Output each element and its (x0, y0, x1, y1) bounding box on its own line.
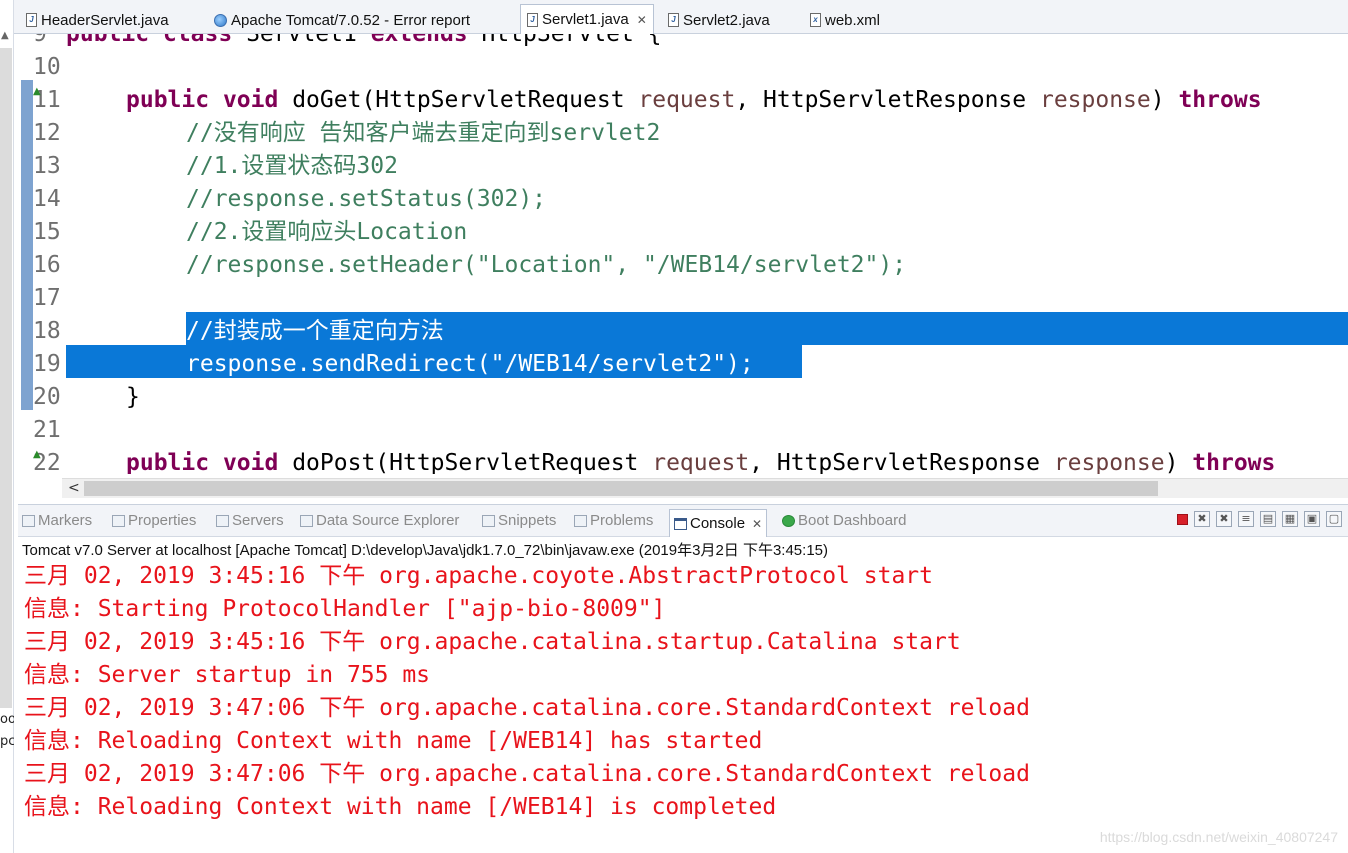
code-editor[interactable]: 9 10 11 12 13 14 15 16 17 18 19 20 21 22… (18, 34, 1348, 498)
console-process-label: Tomcat v7.0 Server at localhost [Apache … (22, 542, 828, 559)
collapse-arrow-icon[interactable]: ▲ (1, 30, 9, 41)
fold-collapse-icon[interactable]: ▲ (33, 86, 41, 97)
open-console-icon[interactable]: ▢ (1326, 511, 1342, 527)
xml-file-icon: x (810, 13, 821, 27)
tab-servlet1-java[interactable]: J Servlet1.java ✕ (520, 4, 654, 34)
watermark: https://blog.csdn.net/weixin_40807247 (1099, 829, 1338, 845)
left-panel-text: oo (0, 712, 14, 727)
boot-dashboard-icon (782, 514, 795, 527)
console-line: 信息: Server startup in 755 ms (24, 662, 431, 688)
left-side-panel: ▲ oo pc (0, 0, 14, 853)
tab-servlet2-java[interactable]: J Servlet2.java (662, 6, 776, 34)
left-panel-text: pc (0, 734, 14, 749)
scrollbar-thumb[interactable] (84, 481, 1158, 496)
markers-icon (22, 514, 35, 527)
tab-boot-dashboard[interactable]: Boot Dashboard (782, 512, 906, 529)
tab-label: Apache Tomcat/7.0.52 - Error report (231, 11, 471, 29)
console-line: 三月 02, 2019 3:47:06 下午 org.apache.catali… (24, 761, 1030, 787)
code-comment-line: //2.设置响应头Location (186, 219, 468, 245)
tab-headerservlet-java[interactable]: J HeaderServlet.java (20, 6, 175, 34)
code-comment-line: //没有响应 告知客户端去重定向到servlet2 (186, 120, 661, 146)
console-line: 三月 02, 2019 3:45:16 下午 org.apache.coyote… (24, 563, 933, 589)
code-area[interactable]: public class Servlet1 extends HttpServle… (66, 34, 1348, 474)
remove-all-icon[interactable]: ✖ (1216, 511, 1232, 527)
servers-icon (216, 514, 229, 527)
tab-properties[interactable]: Properties (112, 512, 196, 529)
snippets-icon (482, 514, 495, 527)
data-source-icon (300, 514, 313, 527)
fold-collapse-icon[interactable]: ▲ (33, 449, 41, 460)
terminate-icon[interactable] (1177, 513, 1188, 525)
tab-console[interactable]: Console ✕ (669, 509, 768, 537)
code-comment-line: //封装成一个重定向方法 (186, 318, 444, 344)
horizontal-scrollbar[interactable]: < (62, 478, 1348, 498)
tab-markers[interactable]: Markers (22, 512, 92, 529)
console-line: 信息: Reloading Context with name [/WEB14]… (24, 794, 777, 820)
tab-data-source-explorer[interactable]: Data Source Explorer (300, 512, 459, 529)
tab-tomcat-error-report[interactable]: Apache Tomcat/7.0.52 - Error report (208, 6, 476, 34)
tab-servers[interactable]: Servers (216, 512, 284, 529)
code-line: response.sendRedirect("/WEB14/servlet2")… (186, 351, 754, 377)
clear-console-icon[interactable]: ≡ (1238, 511, 1254, 527)
console-toolbar: ✖ ✖ ≡ ▤ ▦ ▣ ▢ (1177, 511, 1342, 527)
tab-web-xml[interactable]: x web.xml (804, 6, 886, 34)
code-line: public void doPost(HttpServletRequest re… (126, 450, 1276, 474)
tab-problems[interactable]: Problems (574, 512, 653, 529)
java-file-icon: J (668, 13, 679, 27)
display-selected-console-icon[interactable]: ▣ (1304, 511, 1320, 527)
tab-label: HeaderServlet.java (41, 11, 169, 29)
console-line: 三月 02, 2019 3:45:16 下午 org.apache.catali… (24, 629, 961, 655)
problems-icon (574, 514, 587, 527)
remove-launch-icon[interactable]: ✖ (1194, 511, 1210, 527)
code-line: public class Servlet1 extends HttpServle… (66, 34, 662, 47)
tab-label: Servlet2.java (683, 11, 770, 29)
tab-label: web.xml (825, 11, 881, 29)
java-file-icon: J (26, 13, 37, 27)
editor-tab-bar: J HeaderServlet.java Apache Tomcat/7.0.5… (14, 0, 1348, 34)
close-icon[interactable]: ✕ (637, 13, 647, 27)
code-comment-line: //response.setStatus(302); (186, 186, 547, 212)
code-comment-line: //response.setHeader("Location", "/WEB14… (186, 252, 907, 278)
bottom-view-tab-bar: Markers Properties Servers Data Source E… (18, 505, 1348, 537)
pin-console-icon[interactable]: ▦ (1282, 511, 1298, 527)
console-line: 信息: Reloading Context with name [/WEB14]… (24, 728, 763, 754)
console-view: Markers Properties Servers Data Source E… (18, 504, 1348, 853)
java-file-icon: J (527, 12, 538, 27)
console-line: 信息: Starting ProtocolHandler ["ajp-bio-8… (24, 596, 666, 622)
code-line: } (126, 384, 140, 410)
properties-icon (112, 514, 125, 527)
scroll-left-arrow-icon[interactable]: < (68, 480, 80, 496)
close-icon[interactable]: ✕ (752, 517, 762, 531)
code-comment-line: //1.设置状态码302 (186, 153, 398, 179)
globe-icon (214, 13, 227, 27)
scroll-lock-icon[interactable]: ▤ (1260, 511, 1276, 527)
console-line: 三月 02, 2019 3:47:06 下午 org.apache.catali… (24, 695, 1030, 721)
tab-snippets[interactable]: Snippets (482, 512, 556, 529)
tab-label: Servlet1.java (542, 11, 629, 28)
console-output[interactable]: 三月 02, 2019 3:45:16 下午 org.apache.coyote… (24, 560, 1030, 824)
console-icon (674, 517, 687, 530)
left-panel-scrollbar[interactable] (0, 48, 12, 708)
code-line: public void doGet(HttpServletRequest req… (126, 87, 1262, 113)
